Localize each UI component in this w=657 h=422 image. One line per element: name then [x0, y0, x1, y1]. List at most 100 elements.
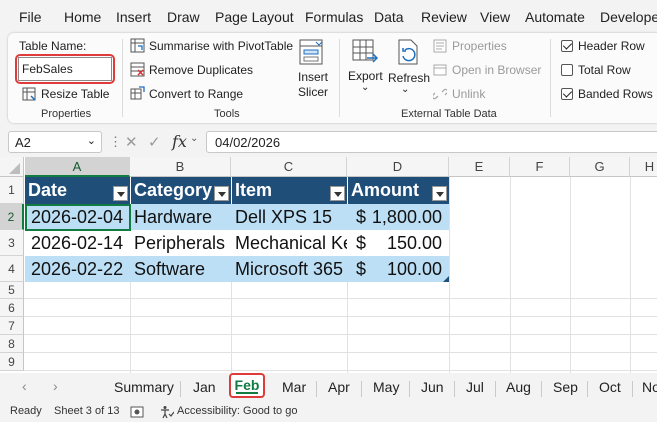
tab-summary[interactable]: Summary	[114, 379, 174, 395]
menu-automate[interactable]: Automate	[525, 9, 585, 25]
macro-recording-icon[interactable]	[130, 405, 144, 422]
cancel-icon[interactable]: ✕	[125, 133, 138, 151]
resize-table-button[interactable]: Resize Table	[41, 87, 109, 101]
export-button[interactable]: Export	[348, 69, 383, 83]
menu-developer[interactable]: Developer	[600, 9, 657, 25]
row-header-4[interactable]: 4	[0, 256, 24, 282]
properties-icon	[433, 39, 447, 58]
gridline	[630, 177, 631, 373]
row-header-9[interactable]: 9	[0, 353, 24, 371]
column-header-d[interactable]: D	[347, 157, 449, 177]
tab-feb[interactable]: Feb	[229, 373, 265, 398]
more-options-icon[interactable]: ⋮	[109, 134, 122, 150]
row-header-5[interactable]: 5	[0, 282, 24, 299]
total-row-checkbox[interactable]	[561, 64, 573, 76]
header-row-checkbox[interactable]	[561, 40, 573, 52]
filter-dropdown-icon[interactable]	[330, 186, 345, 201]
cell-c4[interactable]: Microsoft 365	[231, 256, 347, 282]
column-header-h[interactable]: H	[630, 157, 657, 177]
cell-b3[interactable]: Peripherals	[130, 230, 231, 256]
cell-a4[interactable]: 2026-02-22	[27, 256, 130, 282]
accessibility-icon[interactable]	[160, 405, 175, 422]
enter-icon[interactable]: ✓	[148, 133, 161, 151]
remove-duplicates-button[interactable]: Remove Duplicates	[149, 63, 253, 77]
row-header-2[interactable]: 2	[0, 204, 24, 230]
gridline	[24, 316, 657, 317]
gridline	[24, 370, 657, 371]
filter-dropdown-icon[interactable]	[214, 186, 229, 201]
cell-b4[interactable]: Software	[130, 256, 231, 282]
cell-d2[interactable]: 1,800.00	[364, 204, 445, 230]
cell-d3[interactable]: 150.00	[364, 230, 445, 256]
ribbon-separator	[339, 39, 340, 117]
column-header-e[interactable]: E	[449, 157, 510, 177]
column-header-c[interactable]: C	[231, 157, 347, 177]
menu-draw[interactable]: Draw	[167, 9, 200, 25]
resize-table-icon	[22, 87, 36, 106]
table-name-input[interactable]: FebSales	[18, 57, 112, 81]
filter-dropdown-icon[interactable]	[113, 186, 128, 201]
export-chevron-icon[interactable]: ⌄	[361, 82, 369, 93]
column-header-a[interactable]: A	[25, 157, 130, 177]
tab-nov[interactable]: No	[642, 379, 657, 395]
chevron-down-icon[interactable]: ⌄	[87, 134, 96, 147]
cell-c2[interactable]: Dell XPS 15	[231, 204, 347, 230]
menu-data[interactable]: Data	[374, 9, 404, 25]
tools-group-label: Tools	[214, 108, 240, 120]
name-box[interactable]: A2 ⌄	[8, 131, 102, 153]
tab-aug[interactable]: Aug	[506, 379, 531, 395]
menu-view[interactable]: View	[480, 9, 510, 25]
convert-to-range-button[interactable]: Convert to Range	[149, 87, 243, 101]
row-header-6[interactable]: 6	[0, 299, 24, 317]
insert-slicer-line1[interactable]: Insert	[298, 70, 328, 84]
tab-jun[interactable]: Jun	[421, 379, 444, 395]
menu-formulas[interactable]: Formulas	[305, 9, 363, 25]
menu-page-layout[interactable]: Page Layout	[215, 9, 294, 25]
status-sheet-info: Sheet 3 of 13	[54, 405, 120, 417]
menu-review[interactable]: Review	[421, 9, 467, 25]
table-resize-handle-icon[interactable]	[443, 276, 449, 282]
tab-may[interactable]: May	[373, 379, 399, 395]
cell-d4[interactable]: 100.00	[364, 256, 445, 282]
cell-b2[interactable]: Hardware	[130, 204, 231, 230]
insert-slicer-line2[interactable]: Slicer	[298, 85, 328, 99]
refresh-chevron-icon[interactable]: ⌄	[401, 84, 409, 95]
cell-c3[interactable]: Mechanical Keyboard	[231, 230, 347, 256]
table-header-date-label: Date	[28, 180, 68, 200]
row-header-3[interactable]: 3	[0, 230, 24, 256]
tab-jul[interactable]: Jul	[466, 379, 484, 395]
menu-file[interactable]: File	[19, 9, 42, 25]
tab-mar[interactable]: Mar	[282, 379, 306, 395]
row-header-7[interactable]: 7	[0, 317, 24, 335]
cell-a3[interactable]: 2026-02-14	[27, 230, 130, 256]
formula-input[interactable]: 04/02/2026	[206, 131, 657, 153]
tab-jan[interactable]: Jan	[193, 379, 216, 395]
column-header-g[interactable]: G	[570, 157, 630, 177]
worksheet-grid[interactable]: A B C D E F G H 1 2 3 4 5 6 7 8 9 Date C…	[0, 157, 657, 373]
scroll-right-icon[interactable]: ›	[53, 378, 58, 394]
summarise-pivot-button[interactable]: Summarise with PivotTable	[149, 39, 293, 53]
fx-chevron-icon[interactable]: ⌄	[190, 133, 198, 144]
row-header-1[interactable]: 1	[0, 177, 24, 204]
tab-apr[interactable]: Apr	[328, 379, 350, 395]
banded-rows-checkbox[interactable]	[561, 88, 573, 100]
status-accessibility[interactable]: Accessibility: Good to go	[177, 405, 297, 417]
tab-oct[interactable]: Oct	[599, 379, 621, 395]
menu-bar: File Home Insert Draw Page Layout Formul…	[0, 0, 657, 34]
open-in-browser-button: Open in Browser	[452, 63, 542, 77]
select-all-corner[interactable]	[0, 157, 24, 177]
column-header-b[interactable]: B	[130, 157, 231, 177]
row-header-8[interactable]: 8	[0, 335, 24, 353]
gridline	[24, 298, 657, 299]
header-row-label: Header Row	[578, 39, 645, 53]
tab-separator	[587, 381, 588, 397]
menu-insert[interactable]: Insert	[116, 9, 151, 25]
tab-sep[interactable]: Sep	[553, 379, 578, 395]
insert-function-icon[interactable]: fx	[172, 132, 187, 151]
column-header-f[interactable]: F	[510, 157, 570, 177]
slicer-icon	[297, 38, 327, 73]
refresh-button[interactable]: Refresh	[388, 71, 430, 85]
filter-dropdown-icon[interactable]	[432, 186, 447, 201]
menu-home[interactable]: Home	[64, 9, 101, 25]
scroll-left-icon[interactable]: ‹	[22, 378, 27, 394]
